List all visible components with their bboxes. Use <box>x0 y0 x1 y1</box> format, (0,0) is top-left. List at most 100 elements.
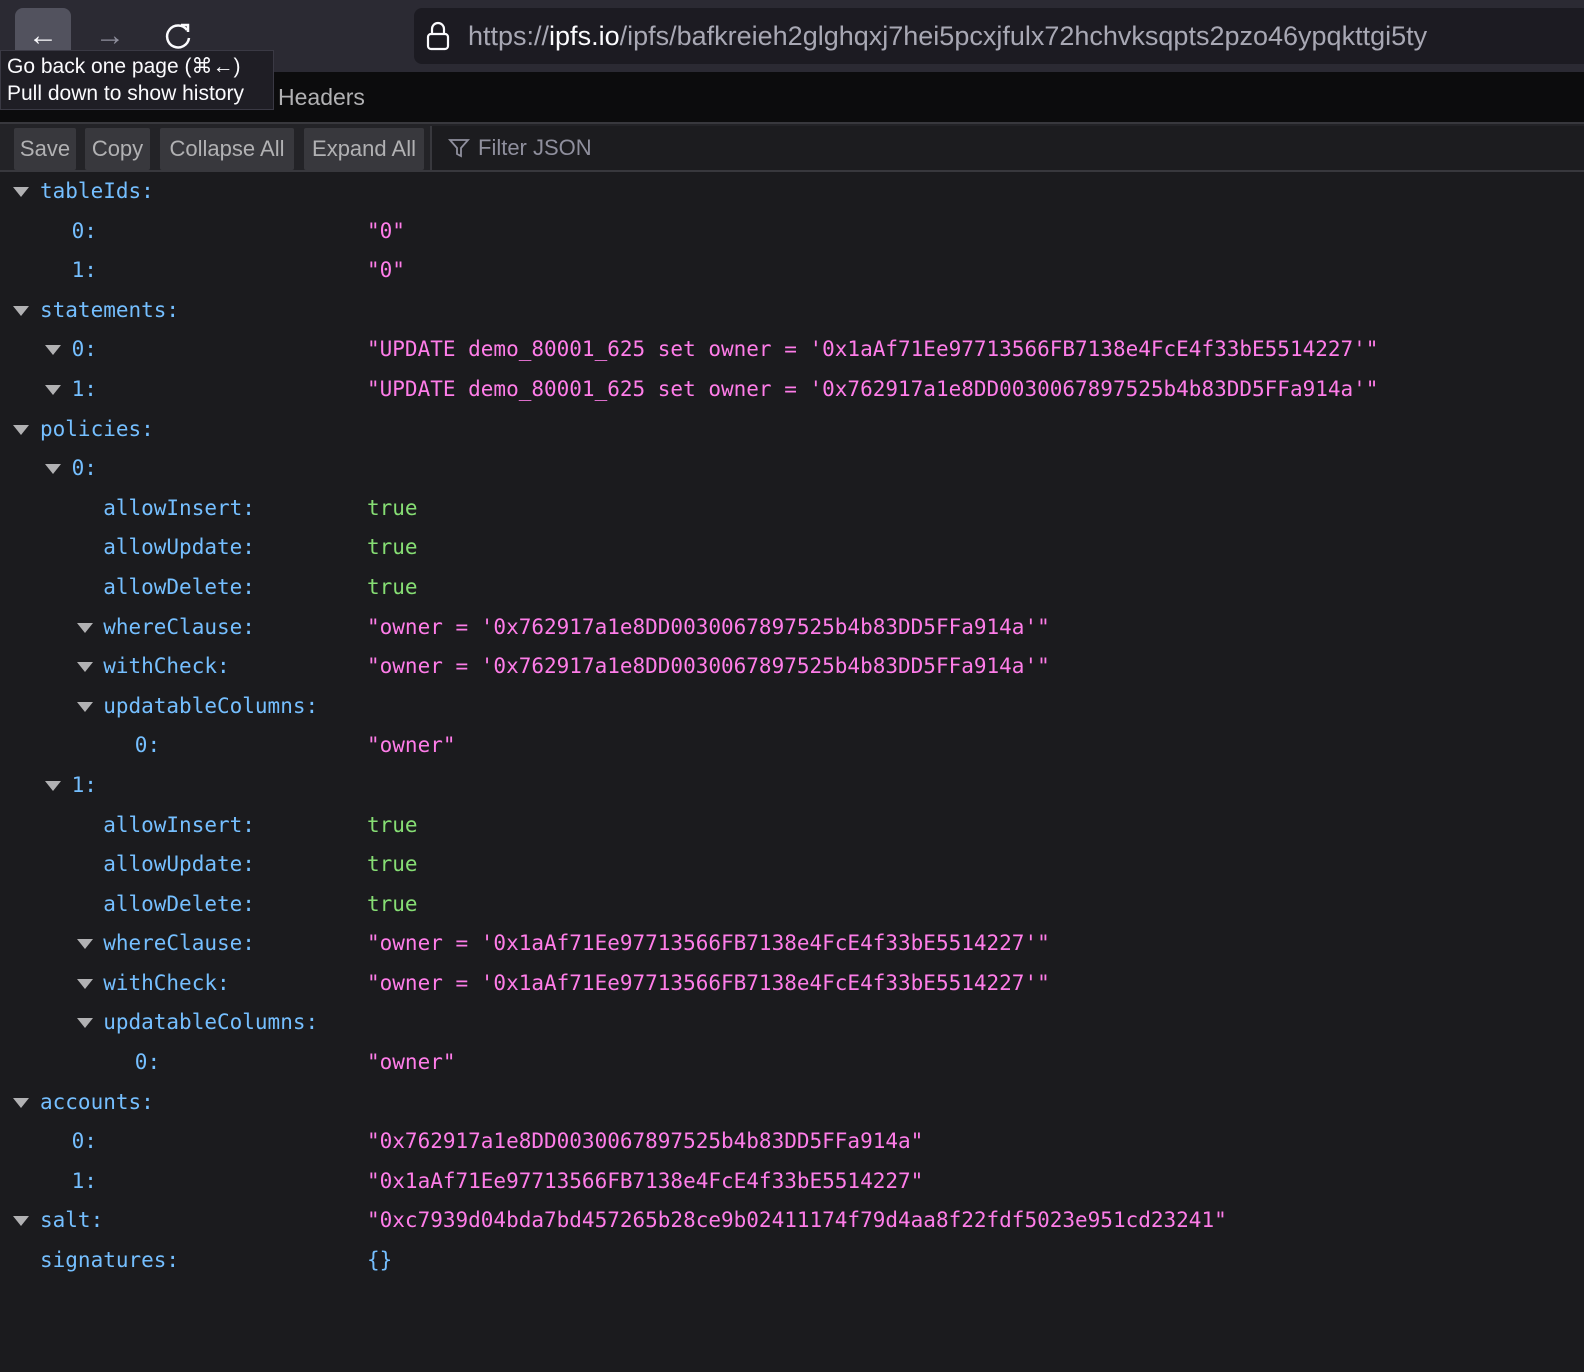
json-value: true <box>367 891 418 916</box>
json-row[interactable]: allowInsert: true <box>0 489 1584 529</box>
expand-arrow-icon[interactable] <box>13 1097 29 1108</box>
json-row[interactable]: accounts: <box>0 1083 1584 1123</box>
json-key: allowUpdate: <box>103 852 255 877</box>
json-row[interactable]: allowDelete: true <box>0 885 1584 925</box>
expand-arrow-icon[interactable] <box>77 701 93 712</box>
json-value: true <box>367 535 418 560</box>
json-key: 0: <box>71 456 97 481</box>
json-row[interactable]: updatableColumns: <box>0 687 1584 727</box>
copy-button[interactable]: Copy <box>85 128 150 170</box>
json-row[interactable]: statements: <box>0 291 1584 331</box>
json-row[interactable]: whereClause: "owner = '0x762917a1e8DD0030… <box>0 608 1584 648</box>
expand-arrow-icon[interactable] <box>77 978 93 989</box>
expand-arrow-icon[interactable] <box>45 384 61 395</box>
expand-arrow-icon[interactable] <box>13 187 29 197</box>
json-row[interactable]: whereClause: "owner = '0x1aAf71Ee97713566… <box>0 924 1584 964</box>
json-row[interactable]: 1: "UPDATE demo_80001_625 set owner = '0x… <box>0 370 1584 410</box>
json-toolbar: Save Copy Collapse All Expand All Filter… <box>0 122 1584 172</box>
json-row[interactable]: tableIds: <box>0 172 1584 212</box>
json-row[interactable]: allowUpdate: true <box>0 528 1584 568</box>
json-key: withCheck: <box>103 970 230 995</box>
expand-arrow-icon[interactable] <box>77 662 93 673</box>
json-value: "owner = '0x762917a1e8DD0030067897525b4b… <box>367 654 1050 679</box>
json-key: 1: <box>71 772 97 797</box>
json-key: whereClause: <box>103 931 255 956</box>
json-row[interactable]: updatableColumns: <box>0 1003 1584 1043</box>
expand-all-button[interactable]: Expand All <box>304 128 424 170</box>
json-value: "owner = '0x762917a1e8DD0030067897525b4b… <box>367 614 1050 639</box>
arrow-left-icon: ← <box>28 19 58 52</box>
expand-arrow-icon[interactable] <box>13 1216 29 1227</box>
json-key: accounts: <box>40 1089 154 1114</box>
json-key: allowInsert: <box>103 812 255 837</box>
filter-json-input[interactable]: Filter JSON <box>430 126 1584 170</box>
json-row[interactable]: allowUpdate: true <box>0 845 1584 885</box>
expand-arrow-icon[interactable] <box>77 939 93 950</box>
expand-arrow-icon[interactable] <box>45 345 61 356</box>
lock-icon <box>426 21 450 51</box>
json-value: "owner = '0x1aAf71Ee97713566FB7138e4FcE4… <box>367 931 1050 956</box>
expand-arrow-icon[interactable] <box>77 1018 93 1029</box>
collapse-all-button[interactable]: Collapse All <box>160 128 294 170</box>
json-row[interactable]: 0: <box>0 449 1584 489</box>
json-row[interactable]: 0: "UPDATE demo_80001_625 set owner = '0x… <box>0 330 1584 370</box>
json-value: "0x1aAf71Ee97713566FB7138e4FcE4f33bE5514… <box>367 1168 924 1193</box>
expand-arrow-icon[interactable] <box>45 464 61 475</box>
json-key: 0: <box>71 218 97 243</box>
filter-placeholder: Filter JSON <box>478 135 592 160</box>
json-value: {} <box>367 1248 393 1273</box>
json-key: 0: <box>71 337 97 362</box>
expand-arrow-icon[interactable] <box>13 305 29 316</box>
filter-icon <box>448 139 470 158</box>
json-value: "0xc7939d04bda7bd457265b28ce9b02411174f7… <box>367 1208 1227 1233</box>
url-text: https://ipfs.io/ipfs/bafkreieh2glghqxj7h… <box>468 20 1428 51</box>
json-value: "owner = '0x1aAf71Ee97713566FB7138e4FcE4… <box>367 970 1050 995</box>
reload-icon <box>165 23 191 49</box>
json-key: 0: <box>134 733 161 758</box>
json-key: allowDelete: <box>103 574 255 599</box>
json-row[interactable]: 1: "0" <box>0 251 1584 291</box>
save-button[interactable]: Save <box>14 128 76 170</box>
json-key: 1: <box>71 1168 97 1193</box>
json-key: salt: <box>40 1208 104 1233</box>
expand-arrow-icon[interactable] <box>45 780 61 791</box>
json-key: 1: <box>71 258 97 283</box>
json-key: signatures: <box>40 1248 180 1273</box>
json-key: policies: <box>40 416 154 441</box>
json-value: "owner" <box>367 1050 456 1075</box>
json-row[interactable]: 1: <box>0 766 1584 806</box>
json-key: withCheck: <box>103 654 230 679</box>
json-row[interactable]: salt: "0xc7939d04bda7bd457265b28ce9b02411… <box>0 1201 1584 1241</box>
json-row[interactable]: withCheck: "owner = '0x1aAf71Ee97713566FB… <box>0 964 1584 1004</box>
json-value: true <box>367 852 418 877</box>
json-row[interactable]: allowInsert: true <box>0 806 1584 846</box>
json-tree: tableIds: 0: "0" 1: "0" statements: 0: "UPDATE … <box>0 172 1584 1281</box>
json-row[interactable]: allowDelete: true <box>0 568 1584 608</box>
json-key: allowInsert: <box>103 495 255 520</box>
json-row[interactable]: 0: "owner" <box>0 1043 1584 1083</box>
json-value: "0" <box>367 218 405 243</box>
json-value: true <box>367 574 418 599</box>
json-key: tableIds: <box>40 179 154 203</box>
json-key: updatableColumns: <box>103 1010 319 1035</box>
arrow-right-icon: → <box>95 19 125 52</box>
json-value: "UPDATE demo_80001_625 set owner = '0x76… <box>367 376 1379 401</box>
json-value: "owner" <box>367 733 456 758</box>
back-button-tooltip: Go back one page (⌘←) Pull down to show … <box>0 50 274 110</box>
expand-arrow-icon[interactable] <box>77 622 93 633</box>
json-row[interactable]: 0: "0" <box>0 212 1584 252</box>
tooltip-line: Pull down to show history <box>7 82 244 105</box>
json-key: allowDelete: <box>103 891 255 916</box>
json-row[interactable]: withCheck: "owner = '0x762917a1e8DD003006… <box>0 647 1584 687</box>
json-key: updatableColumns: <box>103 693 319 718</box>
json-row[interactable]: 0: "0x762917a1e8DD0030067897525b4b83DD5FF… <box>0 1122 1584 1162</box>
json-key: whereClause: <box>103 614 255 639</box>
json-row[interactable]: 0: "owner" <box>0 726 1584 766</box>
json-row[interactable]: signatures: {} <box>0 1241 1584 1281</box>
tab-headers[interactable]: Headers <box>278 84 365 111</box>
json-value: "UPDATE demo_80001_625 set owner = '0x1a… <box>367 337 1379 362</box>
json-row[interactable]: policies: <box>0 410 1584 450</box>
url-bar[interactable]: https://ipfs.io/ipfs/bafkreieh2glghqxj7h… <box>414 8 1584 64</box>
expand-arrow-icon[interactable] <box>13 424 29 435</box>
json-row[interactable]: 1: "0x1aAf71Ee97713566FB7138e4FcE4f33bE55… <box>0 1162 1584 1202</box>
